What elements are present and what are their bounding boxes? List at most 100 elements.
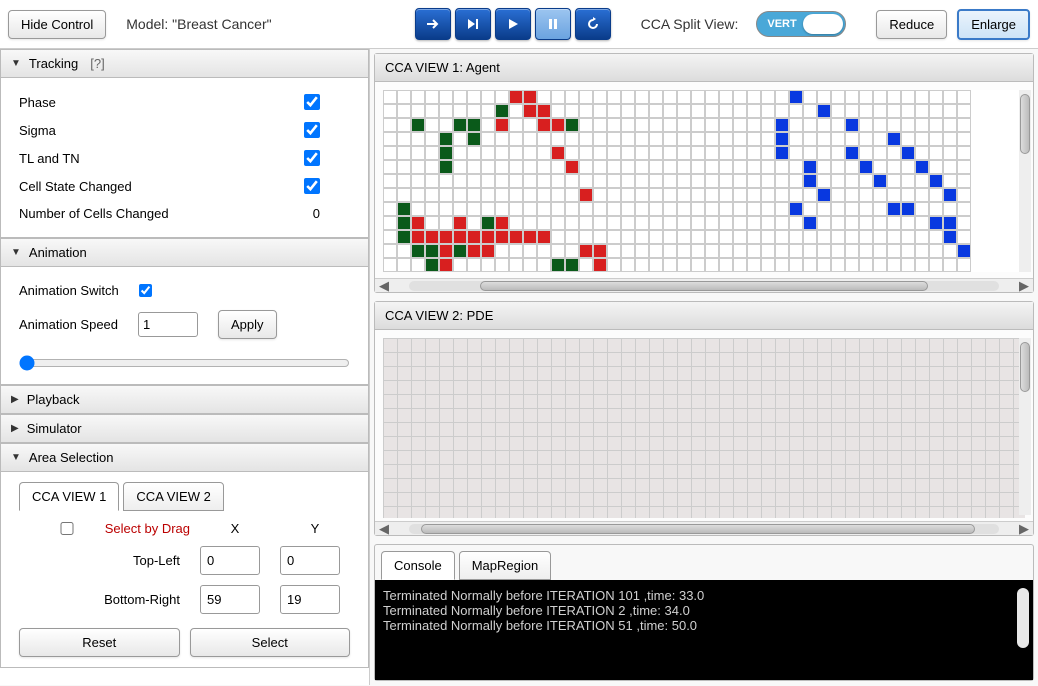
grid-cell[interactable] [943,230,957,244]
grid-cell[interactable] [943,118,957,132]
console-scroll-thumb[interactable] [1017,588,1029,648]
grid-cell[interactable] [649,90,663,104]
grid-cell[interactable] [761,90,775,104]
topleft-y-input[interactable] [280,546,340,575]
grid-cell[interactable] [873,202,887,216]
area-header[interactable]: ▼ Area Selection [0,443,369,472]
grid-cell[interactable] [579,188,593,202]
grid-cell[interactable] [523,216,537,230]
grid-cell[interactable] [565,216,579,230]
grid-cell[interactable] [649,202,663,216]
grid-cell[interactable] [663,216,677,230]
grid-cell[interactable] [593,174,607,188]
grid-cell[interactable] [635,160,649,174]
grid-cell[interactable] [551,104,565,118]
grid-cell[interactable] [705,118,719,132]
grid-cell[interactable] [719,202,733,216]
grid-cell[interactable] [509,104,523,118]
grid-cell[interactable] [481,174,495,188]
view2-vscroll[interactable] [1019,338,1031,515]
grid-cell[interactable] [929,258,943,272]
grid-cell[interactable] [607,104,621,118]
grid-cell[interactable] [901,230,915,244]
grid-cell[interactable] [649,216,663,230]
grid-cell[interactable] [831,132,845,146]
grid-cell[interactable] [621,160,635,174]
grid-cell[interactable] [453,216,467,230]
grid-cell[interactable] [803,132,817,146]
grid-cell[interactable] [929,104,943,118]
grid-cell[interactable] [621,244,635,258]
grid-cell[interactable] [747,118,761,132]
grid-cell[interactable] [663,258,677,272]
grid-cell[interactable] [719,188,733,202]
grid-cell[interactable] [383,216,397,230]
grid-cell[interactable] [579,104,593,118]
grid-cell[interactable] [747,188,761,202]
grid-cell[interactable] [705,202,719,216]
grid-cell[interactable] [607,174,621,188]
grid-cell[interactable] [915,216,929,230]
grid-cell[interactable] [733,146,747,160]
grid-cell[interactable] [775,174,789,188]
grid-cell[interactable] [565,258,579,272]
grid-cell[interactable] [915,146,929,160]
grid-cell[interactable] [649,118,663,132]
topleft-x-input[interactable] [200,546,260,575]
grid-cell[interactable] [915,188,929,202]
grid-cell[interactable] [411,146,425,160]
grid-cell[interactable] [887,258,901,272]
grid-cell[interactable] [705,132,719,146]
grid-cell[interactable] [593,118,607,132]
grid-cell[interactable] [957,160,971,174]
grid-cell[interactable] [691,258,705,272]
grid-cell[interactable] [579,118,593,132]
grid-cell[interactable] [481,90,495,104]
grid-cell[interactable] [831,244,845,258]
grid-cell[interactable] [663,132,677,146]
grid-cell[interactable] [901,132,915,146]
grid-cell[interactable] [915,132,929,146]
grid-cell[interactable] [383,160,397,174]
agent-grid[interactable] [383,90,1025,272]
grid-cell[interactable] [817,230,831,244]
view2-hscroll[interactable]: ◀▶ [375,521,1033,535]
grid-cell[interactable] [439,118,453,132]
grid-cell[interactable] [677,90,691,104]
grid-cell[interactable] [495,146,509,160]
grid-cell[interactable] [621,90,635,104]
grid-cell[interactable] [915,230,929,244]
grid-cell[interactable] [957,104,971,118]
grid-cell[interactable] [845,104,859,118]
grid-cell[interactable] [803,104,817,118]
grid-cell[interactable] [397,90,411,104]
grid-cell[interactable] [663,230,677,244]
grid-cell[interactable] [439,244,453,258]
grid-cell[interactable] [859,104,873,118]
grid-cell[interactable] [481,118,495,132]
grid-cell[interactable] [747,90,761,104]
grid-cell[interactable] [831,146,845,160]
grid-cell[interactable] [663,188,677,202]
grid-cell[interactable] [565,90,579,104]
grid-cell[interactable] [719,174,733,188]
grid-cell[interactable] [817,258,831,272]
grid-cell[interactable] [915,104,929,118]
grid-cell[interactable] [495,132,509,146]
reset-button[interactable]: Reset [19,628,180,657]
grid-cell[interactable] [817,132,831,146]
grid-cell[interactable] [523,230,537,244]
grid-cell[interactable] [817,244,831,258]
grid-cell[interactable] [761,132,775,146]
grid-cell[interactable] [733,90,747,104]
grid-cell[interactable] [775,160,789,174]
grid-cell[interactable] [817,216,831,230]
grid-cell[interactable] [943,146,957,160]
console-output[interactable]: Terminated Normally before ITERATION 101… [375,580,1033,680]
grid-cell[interactable] [481,160,495,174]
grid-cell[interactable] [663,104,677,118]
grid-cell[interactable] [537,230,551,244]
grid-cell[interactable] [411,174,425,188]
grid-cell[interactable] [425,132,439,146]
grid-cell[interactable] [579,160,593,174]
